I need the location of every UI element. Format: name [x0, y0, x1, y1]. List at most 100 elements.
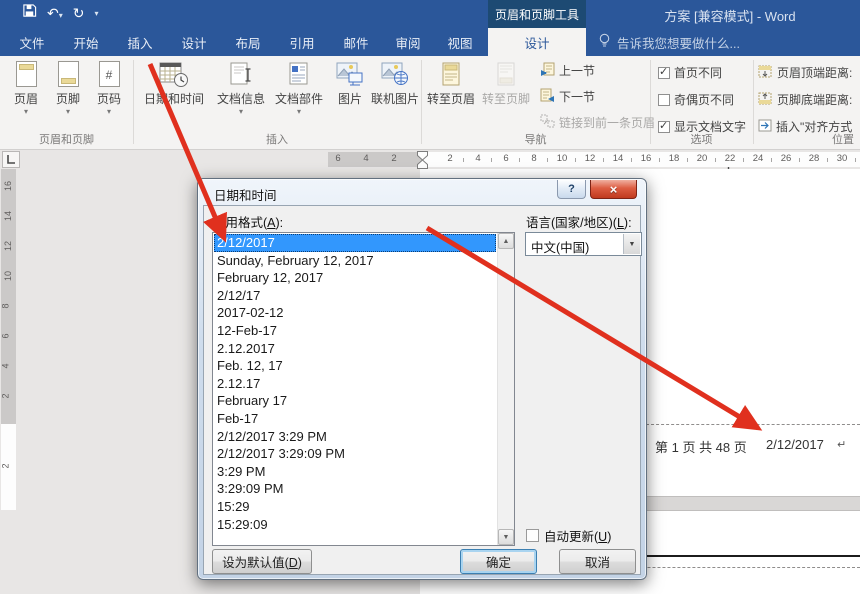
pictures-button[interactable]: 图片 — [330, 58, 370, 134]
previous-section-button[interactable]: 上一节 — [540, 62, 595, 79]
next-section-button[interactable]: 下一节 — [540, 88, 595, 105]
combo-dropdown-icon[interactable]: ▼ — [623, 234, 640, 254]
next-section-icon — [540, 88, 555, 105]
language-label: 语言(国家/地区)(L): — [526, 212, 632, 231]
format-option[interactable]: 2.12.2017 — [214, 340, 496, 358]
ribbon: 页眉▾ 页脚▾ # 页码▾ 日期和时间 — [0, 56, 860, 150]
scroll-up-button[interactable]: ▲ — [498, 233, 514, 249]
tab-design[interactable]: 设计 — [170, 28, 218, 56]
format-option[interactable]: 2/12/2017 3:29:09 PM — [214, 445, 496, 463]
footer-page-info[interactable]: 第 1 页 共 48 页 — [655, 437, 747, 456]
header-from-top-icon — [758, 65, 773, 81]
goto-footer-button[interactable]: 转至页脚 — [479, 58, 533, 134]
goto-header-button[interactable]: 转至页眉 — [424, 58, 478, 134]
ruler-number: 2 — [1, 393, 11, 398]
tab-mailings[interactable]: 邮件 — [332, 28, 380, 56]
tab-hf-design-active[interactable]: 设计 — [488, 28, 586, 56]
auto-update-label: 自动更新(U) — [544, 526, 611, 545]
tab-review[interactable]: 审阅 — [384, 28, 432, 56]
date-time-button[interactable]: 日期和时间 — [137, 58, 211, 134]
set-as-default-button[interactable]: 设为默认值(D) — [212, 549, 312, 574]
quick-parts-button[interactable]: 文档部件▾ — [270, 58, 328, 134]
language-combobox[interactable]: 中文(中国) ▼ — [525, 232, 642, 256]
checkbox-checked-icon: ✓ — [658, 67, 670, 79]
format-option[interactable]: 2.12.17 — [214, 375, 496, 393]
customize-quick-access-icon[interactable]: ▾ — [94, 9, 98, 18]
ruler-number: 6 — [503, 153, 508, 164]
previous-section-icon — [540, 62, 555, 79]
ruler-number: 14 — [613, 153, 624, 164]
dialog-help-button[interactable]: ? — [557, 180, 586, 199]
group-label-insert: 插入 — [133, 131, 421, 147]
ok-button[interactable]: 确定 — [460, 549, 537, 574]
tab-home[interactable]: 开始 — [62, 28, 110, 56]
auto-update-checkbox[interactable]: 自动更新(U) — [526, 526, 611, 545]
ruler-number: 2 — [1, 463, 11, 468]
format-option[interactable]: February 12, 2017 — [214, 269, 496, 287]
date-time-icon — [159, 58, 189, 90]
format-option[interactable]: 3:29:09 PM — [214, 480, 496, 498]
horizontal-ruler[interactable]: 6 4 2 2 4 6 8 10 12 14 16 18 20 22 24 26… — [0, 151, 860, 169]
format-option[interactable]: 2/12/17 — [214, 287, 496, 305]
vertical-ruler[interactable]: 16 14 12 10 8 6 4 2 2 — [0, 169, 17, 514]
goto-footer-icon — [494, 58, 518, 90]
tell-me-box[interactable]: 告诉我您想要做什么... — [598, 28, 740, 56]
format-option[interactable]: Sunday, February 12, 2017 — [214, 252, 496, 270]
undo-icon[interactable]: ↶▾ — [47, 5, 63, 22]
listbox-scrollbar[interactable]: ▲ ▼ — [497, 233, 514, 545]
cancel-button[interactable]: 取消 — [559, 549, 636, 574]
link-to-previous-button[interactable]: 链接到前一条页眉 — [540, 114, 655, 131]
paragraph-mark-icon: ↵ — [837, 438, 846, 451]
quick-parts-icon — [286, 58, 312, 90]
quick-access-toolbar: ↶▾ ↻ ▾ — [22, 3, 99, 23]
close-icon: × — [610, 182, 618, 197]
tab-file[interactable]: 文件 — [8, 28, 56, 56]
footer-date-field[interactable]: 2/12/2017 — [766, 437, 824, 452]
dialog-close-button[interactable]: × — [590, 180, 637, 199]
tab-layout[interactable]: 布局 — [224, 28, 272, 56]
word-window: ↶▾ ↻ ▾ 页眉和页脚工具 方案 [兼容模式] - Word 文件 开始 插入… — [0, 0, 860, 594]
header-button[interactable]: 页眉▾ — [6, 58, 46, 134]
online-pictures-button[interactable]: 联机图片 — [369, 58, 421, 134]
tab-insert[interactable]: 插入 — [116, 28, 164, 56]
format-option[interactable]: February 17 — [214, 392, 496, 410]
contextual-tab-group-header: 页眉和页脚工具 — [488, 0, 586, 28]
footer-from-bottom-field[interactable]: 页脚底端距离: — [758, 91, 852, 108]
different-first-page-checkbox[interactable]: ✓ 首页不同 — [658, 64, 722, 81]
format-option[interactable]: Feb. 12, 17 — [214, 357, 496, 375]
scroll-down-button[interactable]: ▼ — [498, 529, 514, 545]
ruler-number: 8 — [531, 153, 536, 164]
available-formats-listbox[interactable]: 2/12/2017 Sunday, February 12, 2017 Febr… — [212, 232, 515, 546]
group-label-header-footer: 页眉和页脚 — [0, 131, 133, 147]
save-icon[interactable] — [22, 3, 37, 23]
ruler-number: 30 — [837, 153, 848, 164]
format-option[interactable]: 15:29:09 — [214, 516, 496, 534]
format-option[interactable]: 3:29 PM — [214, 463, 496, 481]
ruler-number: 4 — [1, 363, 11, 368]
date-time-dialog: 日期和时间 ? × 可用格式(A): 2/12/2017 Sunday, Feb… — [197, 178, 647, 580]
format-option[interactable]: 15:29 — [214, 498, 496, 516]
tab-references[interactable]: 引用 — [278, 28, 326, 56]
redo-icon[interactable]: ↻ — [73, 5, 85, 22]
group-label-position: 位置 — [753, 131, 860, 147]
format-option[interactable]: 12-Feb-17 — [214, 322, 496, 340]
ruler-number: 18 — [669, 153, 680, 164]
different-odd-even-checkbox[interactable]: 奇偶页不同 — [658, 91, 734, 108]
format-option[interactable]: Feb-17 — [214, 410, 496, 428]
format-option-selected[interactable]: 2/12/2017 — [214, 234, 496, 252]
lightbulb-icon — [598, 33, 611, 51]
footer-button[interactable]: 页脚▾ — [48, 58, 88, 134]
page-number-button[interactable]: # 页码▾ — [89, 58, 129, 134]
format-option[interactable]: 2/12/2017 3:29 PM — [214, 428, 496, 446]
footer-icon — [58, 58, 79, 90]
header-from-top-field[interactable]: 页眉顶端距离: — [758, 64, 852, 81]
tab-selector[interactable] — [2, 151, 20, 168]
ruler-number: 2 — [391, 153, 396, 164]
format-option[interactable]: 2017-02-12 — [214, 304, 496, 322]
language-value: 中文(中国) — [531, 237, 589, 256]
header-icon — [16, 58, 37, 90]
ruler-number: 24 — [753, 153, 764, 164]
document-info-button[interactable]: 文档信息▾ — [212, 58, 270, 134]
titlebar: ↶▾ ↻ ▾ 页眉和页脚工具 方案 [兼容模式] - Word — [0, 0, 860, 28]
tab-view[interactable]: 视图 — [436, 28, 484, 56]
